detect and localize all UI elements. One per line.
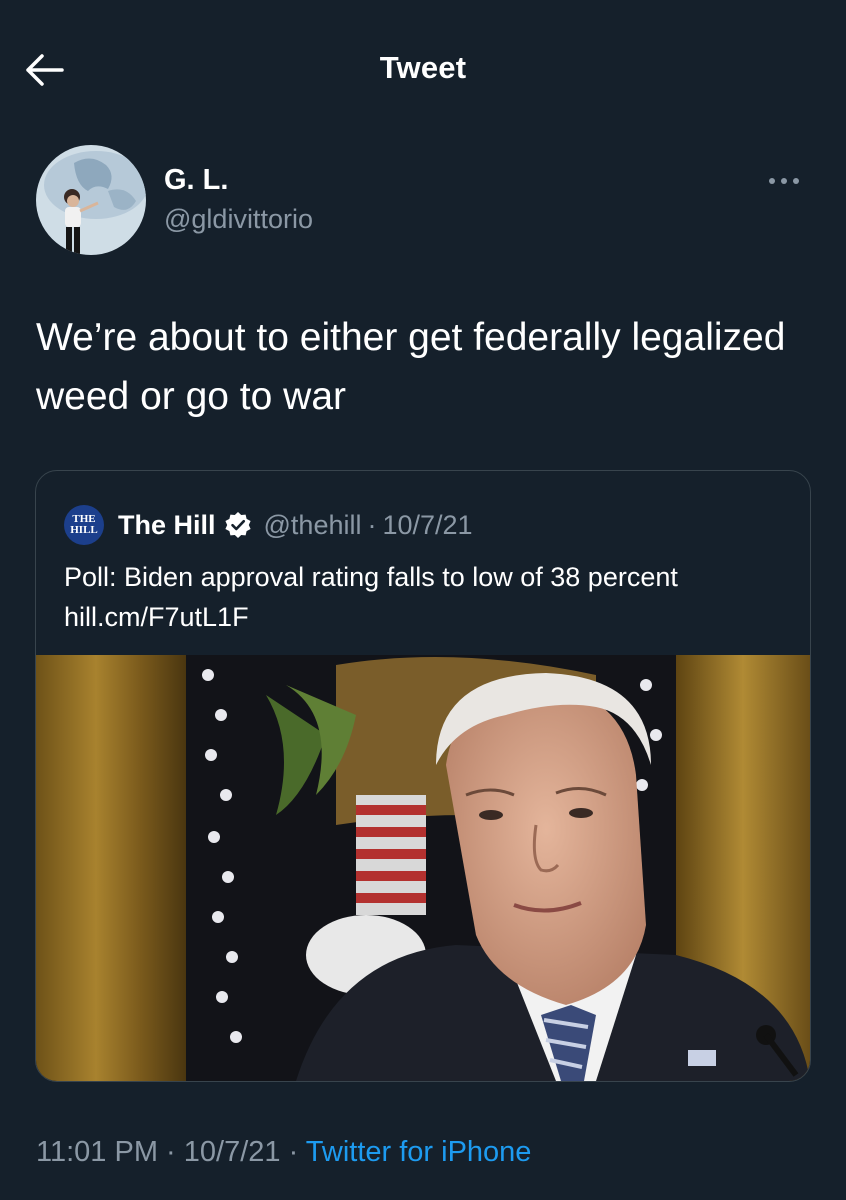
- quoted-author-handle: @thehill: [263, 509, 362, 540]
- more-options-button[interactable]: [762, 168, 806, 194]
- quoted-tweet-header: THE HILL The Hill @thehill · 10/7/21: [64, 505, 473, 545]
- tweet-source-link[interactable]: Twitter for iPhone: [306, 1136, 532, 1168]
- logo-text-line2: HILL: [70, 524, 98, 536]
- tweet-date: 10/7/21: [183, 1136, 281, 1168]
- separator-dot: ·: [280, 1136, 306, 1168]
- the-hill-logo: THE HILL: [64, 505, 104, 545]
- tweet-text: We’re about to either get federally lega…: [36, 316, 786, 418]
- quoted-tweet-text: Poll: Biden approval rating falls to low…: [64, 562, 678, 632]
- verified-badge-icon: [224, 512, 251, 538]
- top-bar: Tweet: [0, 0, 846, 140]
- quoted-author-name: The Hill: [118, 509, 216, 540]
- author-handle[interactable]: @gldivittorio: [164, 204, 313, 235]
- quoted-tweet-date: 10/7/21: [382, 509, 473, 540]
- author-display-name[interactable]: G. L.: [164, 164, 228, 197]
- separator-dot: ·: [157, 1136, 184, 1168]
- quoted-tweet-photo[interactable]: [36, 655, 810, 1081]
- tweet-metadata: 11:01 PM · 10/7/21 · Twitter for iPhone: [36, 1136, 531, 1169]
- separator-dot: ·: [367, 509, 377, 540]
- tweet-time: 11:01 PM: [36, 1136, 158, 1168]
- quoted-tweet-card[interactable]: THE HILL The Hill @thehill · 10/7/21 Pol…: [35, 470, 811, 1082]
- avatar[interactable]: [36, 145, 146, 255]
- page-title: Tweet: [379, 50, 467, 85]
- more-options-icon: [769, 178, 799, 184]
